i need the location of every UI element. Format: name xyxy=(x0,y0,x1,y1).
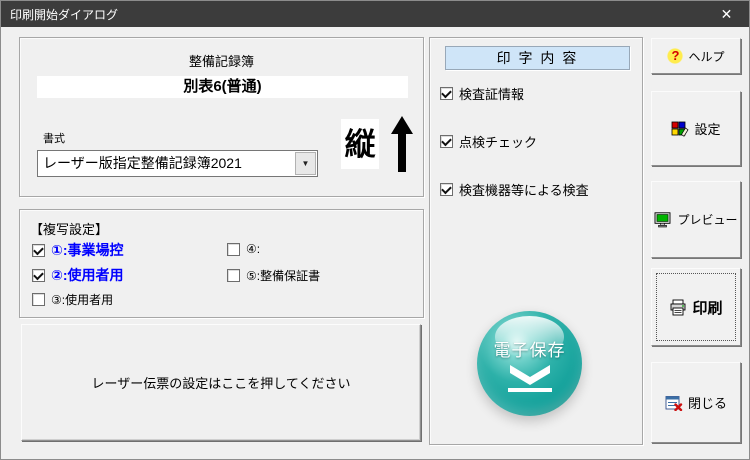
format-label: 書式 xyxy=(43,133,65,145)
window-title: 印刷開始ダイアログ xyxy=(10,7,119,22)
checkbox-copy-2[interactable] xyxy=(32,268,45,282)
print-content-row: 検査機器等による検査 xyxy=(440,180,589,199)
close-dialog-button[interactable]: 閉じる xyxy=(651,362,741,443)
copy-checkbox-label: ④: xyxy=(246,242,261,256)
electronic-save-label: 電子保存 xyxy=(493,341,566,360)
settings-button-label: 設定 xyxy=(694,122,721,137)
copy-checkbox-row: ⑤:整備保証書 xyxy=(227,267,320,284)
format-selected-value: レーザー版指定整備記録簿2021 xyxy=(43,155,242,171)
copy-checkbox-label: ①:事業場控 xyxy=(51,242,124,258)
print-content-label: 点検チェック xyxy=(459,135,538,150)
arrow-up-icon xyxy=(391,116,413,172)
help-icon: ? xyxy=(667,48,684,64)
chevron-underline xyxy=(507,388,552,392)
preview-button-label: プレビュー xyxy=(677,213,738,227)
print-start-dialog: 印刷開始ダイアログ ✕ 整備記録簿 別表6(普通) 書式 レーザー版指定整備記録… xyxy=(0,0,750,460)
print-content-label: 検査証情報 xyxy=(459,87,525,102)
print-content-row: 検査証情報 xyxy=(440,84,524,103)
copy-settings-title: 【複写設定】 xyxy=(30,222,109,237)
checkbox-equipment-inspection[interactable] xyxy=(440,183,453,196)
checkbox-copy-3[interactable] xyxy=(32,293,45,306)
report-format-panel: 整備記録簿 別表6(普通) 書式 レーザー版指定整備記録簿2021 ▼ 縦 xyxy=(19,37,424,197)
printer-icon xyxy=(671,299,686,315)
dialog-body: 整備記録簿 別表6(普通) 書式 レーザー版指定整備記録簿2021 ▼ 縦 【複… xyxy=(1,27,749,459)
print-button-label: 印刷 xyxy=(692,299,723,317)
settings-icon xyxy=(672,121,689,137)
checkbox-copy-5[interactable] xyxy=(227,269,240,282)
preview-button[interactable]: プレビュー xyxy=(651,181,741,258)
electronic-save-button[interactable]: 電子保存 xyxy=(477,311,582,416)
laser-slip-settings-label: レーザー伝票の設定はここを押してください xyxy=(91,376,351,391)
print-button[interactable]: 印刷 xyxy=(651,268,741,346)
window-close-icon[interactable]: ✕ xyxy=(704,1,749,27)
copy-checkbox-row: ③:使用者用 xyxy=(32,291,113,308)
copy-checkbox-row: ④: xyxy=(227,242,260,256)
copy-checkbox-row: ①:事業場控 xyxy=(32,240,124,260)
checkbox-copy-4[interactable] xyxy=(227,242,240,256)
checkbox-inspection-check[interactable] xyxy=(440,135,453,148)
print-content-header: 印 字 内 容 xyxy=(445,46,630,70)
copy-checkbox-row: ②:使用者用 xyxy=(32,265,124,285)
chevron-down-icon[interactable]: ▼ xyxy=(295,152,316,175)
print-content-row: 点検チェック xyxy=(440,132,537,151)
format-combobox[interactable]: レーザー版指定整備記録簿2021 ▼ xyxy=(37,150,318,177)
laser-slip-settings-button[interactable]: レーザー伝票の設定はここを押してください xyxy=(21,324,421,441)
help-button[interactable]: ? ヘルプ xyxy=(651,38,741,74)
monitor-icon xyxy=(655,211,671,227)
title-bar: 印刷開始ダイアログ ✕ xyxy=(1,1,749,27)
close-button-label: 閉じる xyxy=(687,396,727,411)
copy-checkbox-label: ③:使用者用 xyxy=(51,293,114,307)
close-document-icon xyxy=(665,395,683,411)
form-name-display: 別表6(普通) xyxy=(37,76,408,98)
help-button-label: ヘルプ xyxy=(688,49,725,64)
report-type-label: 整備記録簿 xyxy=(188,54,254,69)
print-content-panel: 印 字 内 容 検査証情報 点検チェック 検査機器等による検査 電子保存 xyxy=(429,37,643,445)
copy-checkbox-label: ⑤:整備保証書 xyxy=(246,269,321,283)
copy-checkbox-label: ②:使用者用 xyxy=(51,267,124,283)
orientation-indicator: 縦 xyxy=(341,119,379,169)
copy-settings-panel: 【複写設定】 ①:事業場控 ②:使用者用 ③:使用者用 ④: ⑤:整備保証書 xyxy=(19,209,424,318)
checkbox-copy-1[interactable] xyxy=(32,243,45,257)
chevron-down-icon xyxy=(509,365,550,385)
settings-button[interactable]: 設定 xyxy=(651,91,741,166)
print-content-label: 検査機器等による検査 xyxy=(459,183,589,198)
checkbox-inspection-cert[interactable] xyxy=(440,87,453,100)
